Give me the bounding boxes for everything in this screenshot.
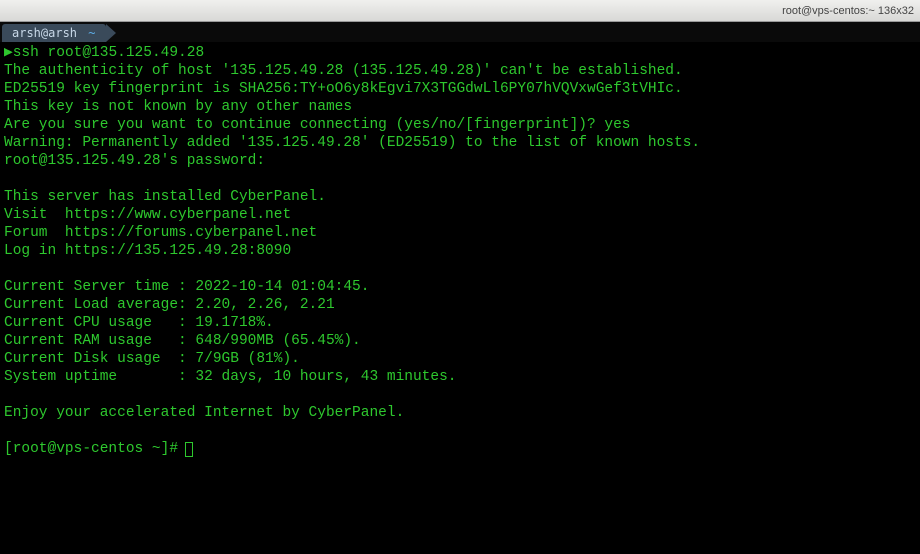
terminal-line: Log in https://135.125.49.28:8090 (4, 243, 291, 259)
terminal-line: Warning: Permanently added '135.125.49.2… (4, 135, 700, 151)
tab-session[interactable]: arsh@arsh ~ (2, 24, 106, 42)
terminal-line: Current RAM usage : 648/990MB (65.45%). (4, 333, 361, 349)
terminal-line: Forum https://forums.cyberpanel.net (4, 225, 317, 241)
terminal-line: ED25519 key fingerprint is SHA256:TY+oO6… (4, 81, 683, 97)
terminal-line: Current Server time : 2022-10-14 01:04:4… (4, 279, 369, 295)
terminal-line: Current Load average: 2.20, 2.26, 2.21 (4, 297, 335, 313)
terminal-line: root@135.125.49.28's password: (4, 153, 265, 169)
terminal-line: This server has installed CyberPanel. (4, 189, 326, 205)
window-titlebar: root@vps-centos:~ 136x32 (0, 0, 920, 22)
terminal-line: Enjoy your accelerated Internet by Cyber… (4, 405, 404, 421)
terminal-output[interactable]: ▶ssh root@135.125.49.28 The authenticity… (0, 42, 920, 554)
terminal-line: This key is not known by any other names (4, 99, 352, 115)
terminal-line: ▶ssh root@135.125.49.28 (4, 45, 204, 61)
cursor (185, 442, 193, 457)
terminal-line: Current Disk usage : 7/9GB (81%). (4, 351, 300, 367)
tab-path: ~ (84, 26, 95, 40)
terminal-line: Visit https://www.cyberpanel.net (4, 207, 291, 223)
titlebar-right: root@vps-centos:~ 136x32 (782, 5, 914, 17)
terminal-line: Are you sure you want to continue connec… (4, 117, 631, 133)
terminal-line: Current CPU usage : 19.1718%. (4, 315, 274, 331)
tab-bar: arsh@arsh ~ (0, 22, 920, 42)
tab-label: arsh@arsh (12, 26, 77, 40)
terminal-line: The authenticity of host '135.125.49.28 … (4, 63, 683, 79)
terminal-prompt: [root@vps-centos ~]# (4, 441, 187, 457)
terminal-line: System uptime : 32 days, 10 hours, 43 mi… (4, 369, 456, 385)
